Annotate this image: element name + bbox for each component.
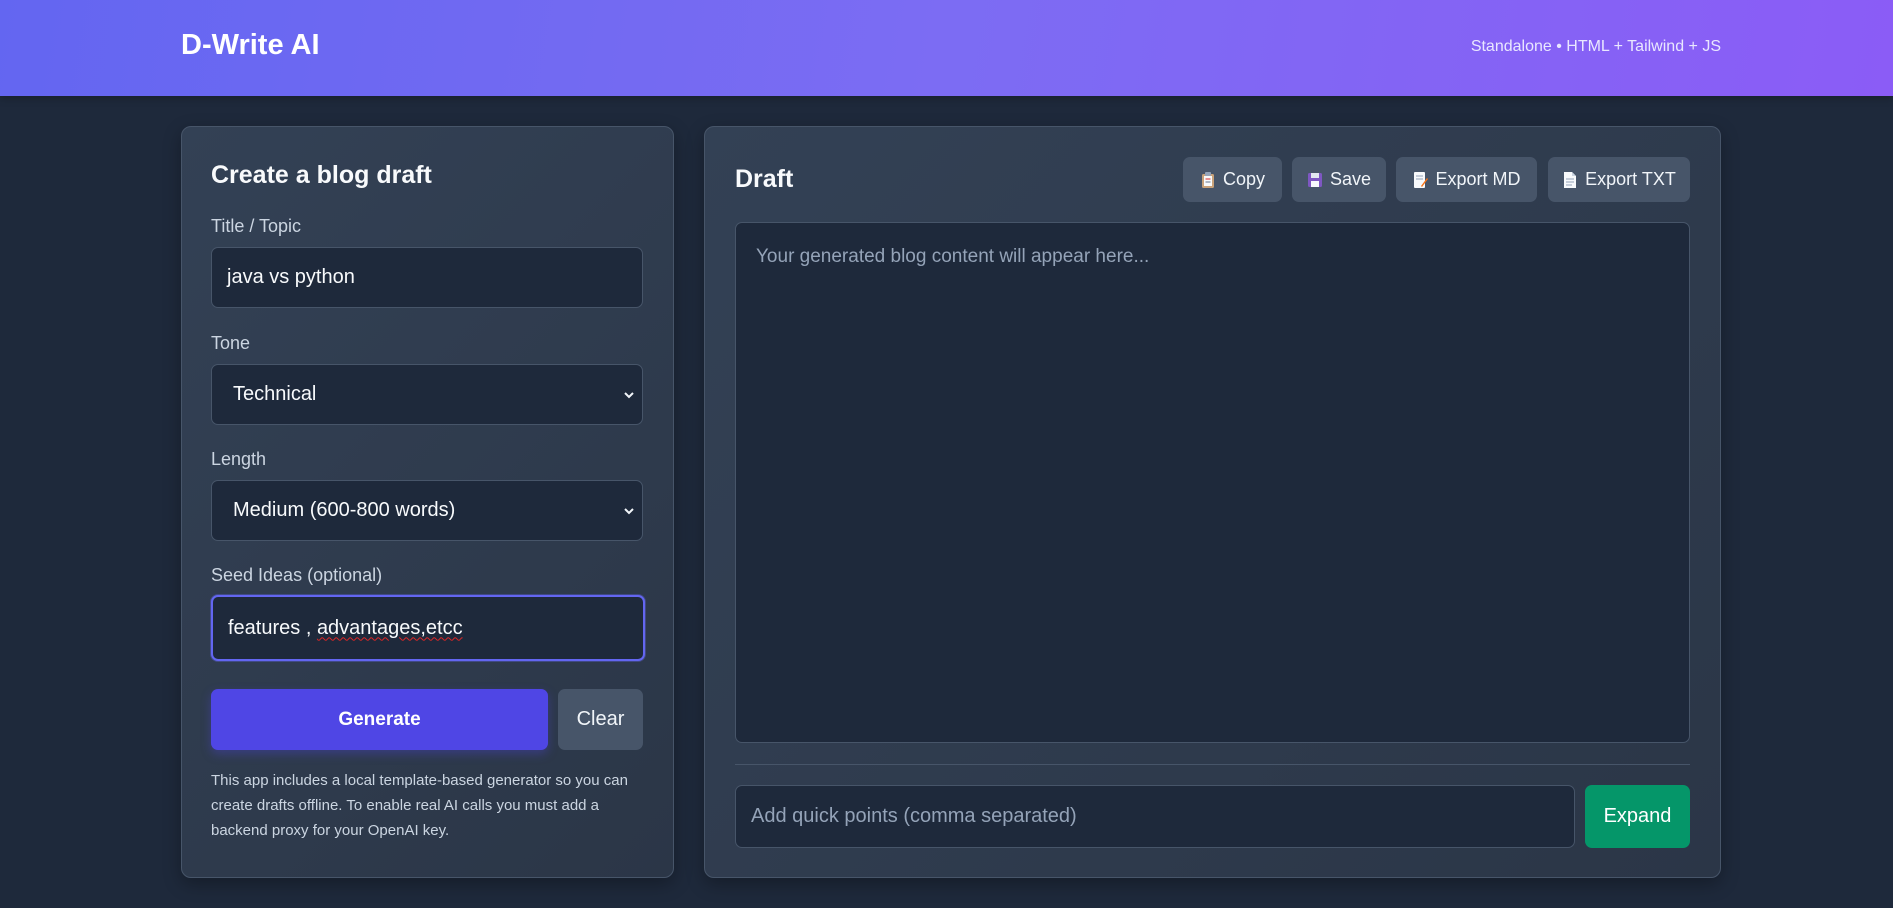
panel-title: Create a blog draft	[211, 161, 432, 189]
seed-ideas-value: features , advantages,etcc	[228, 617, 463, 640]
tone-label: Tone	[211, 333, 251, 353]
title-topic-label: Title / Topic	[211, 216, 302, 236]
chevron-down-icon	[624, 507, 634, 514]
page-icon	[1564, 171, 1577, 188]
title-topic-input[interactable]: java vs python	[211, 247, 643, 308]
clear-button[interactable]: Clear	[558, 689, 643, 750]
copy-button[interactable]: Copy	[1183, 157, 1282, 202]
draft-textarea[interactable]: Your generated blog content will appear …	[735, 222, 1690, 743]
quick-points-placeholder: Add quick points (comma separated)	[751, 805, 1077, 827]
save-label: Save	[1329, 169, 1372, 189]
length-selected-value: Medium (600-800 words)	[233, 499, 456, 521]
draft-panel: Draft Copy Save Export MD Export TXT You…	[704, 126, 1721, 878]
divider	[735, 764, 1690, 765]
export-txt-label: Export TXT	[1585, 169, 1676, 189]
clipboard-icon	[1201, 171, 1214, 188]
app-brand: D-Write AI	[181, 29, 320, 61]
expand-button[interactable]: Expand	[1585, 785, 1690, 848]
tone-selected-value: Technical	[233, 383, 317, 405]
draft-placeholder: Your generated blog content will appear …	[756, 246, 1150, 267]
seed-ideas-value-misspelled: advantages,etcc	[316, 616, 463, 639]
seed-ideas-input[interactable]: features , advantages,etcc	[211, 595, 645, 661]
title-topic-value: java vs python	[227, 266, 355, 288]
tone-select[interactable]: Technical	[211, 364, 643, 425]
memo-icon	[1414, 171, 1429, 188]
export-md-button[interactable]: Export MD	[1396, 157, 1537, 202]
chevron-down-icon	[624, 391, 634, 398]
generate-button[interactable]: Generate	[211, 689, 548, 750]
quick-points-input[interactable]: Add quick points (comma separated)	[735, 785, 1575, 848]
length-select[interactable]: Medium (600-800 words)	[211, 480, 643, 541]
seed-ideas-label: Seed Ideas (optional)	[211, 565, 383, 585]
copy-label: Copy	[1222, 169, 1266, 189]
app-tagline: Standalone • HTML + Tailwind + JS	[1470, 38, 1721, 55]
draft-title: Draft	[735, 165, 794, 193]
create-draft-panel: Create a blog draft Title / Topic java v…	[181, 126, 674, 878]
export-txt-button[interactable]: Export TXT	[1548, 157, 1690, 202]
app-header: D-Write AI Standalone • HTML + Tailwind …	[0, 0, 1893, 96]
save-button[interactable]: Save	[1292, 157, 1386, 202]
length-label: Length	[211, 449, 267, 469]
export-md-label: Export MD	[1435, 169, 1521, 189]
info-note: This app includes a local template-based…	[211, 772, 628, 839]
floppy-disk-icon	[1307, 172, 1322, 187]
seed-ideas-value-start: features ,	[228, 616, 317, 639]
